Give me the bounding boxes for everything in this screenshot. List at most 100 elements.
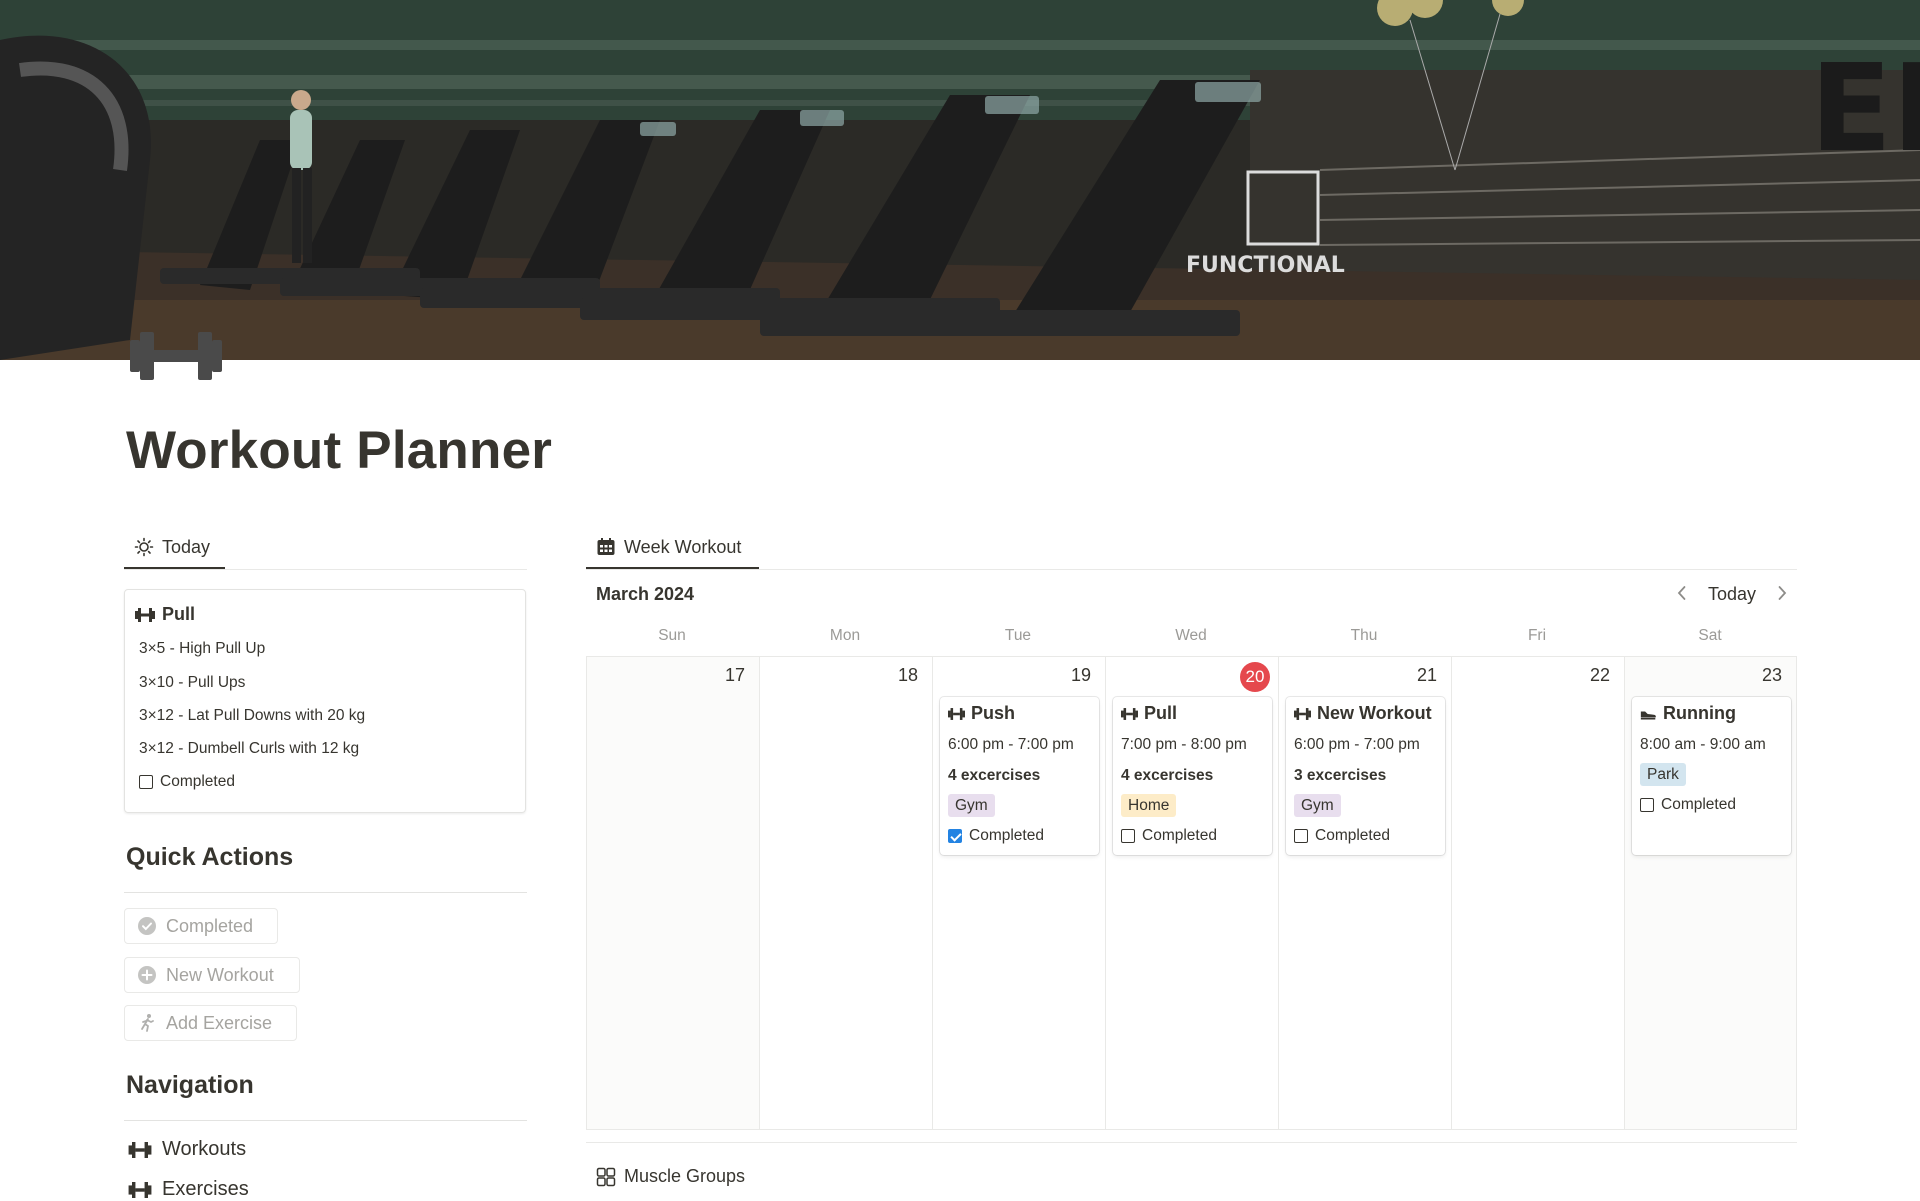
completed-checkbox[interactable] — [1640, 798, 1654, 812]
week-calendar-grid: 17 18 19 Push 6:00 pm - 7:00 pm 4 excerc… — [586, 656, 1797, 1130]
completed-label: Completed — [1142, 827, 1217, 844]
event-card[interactable]: Running 8:00 am - 9:00 am Park Completed — [1632, 697, 1791, 855]
exercise-item: 3×10 - Pull Ups — [139, 674, 246, 691]
add-exercise-button-label: Add Exercise — [166, 1012, 273, 1033]
nav-item-label: Exercises — [162, 1178, 249, 1200]
completed-checkbox[interactable] — [1121, 829, 1135, 843]
location-tag: Gym — [948, 794, 995, 817]
weekday-header: Wed — [1175, 627, 1207, 644]
dumbbell-icon — [130, 332, 222, 380]
event-card[interactable]: Pull 7:00 pm - 8:00 pm 4 excercises Home… — [1113, 697, 1272, 855]
calendar-icon — [597, 538, 615, 555]
event-time: 8:00 am - 9:00 am — [1640, 736, 1766, 753]
location-tag: Park — [1640, 763, 1686, 786]
today-button[interactable]: Today — [1708, 584, 1756, 605]
event-title: Push — [971, 703, 1016, 723]
gallery-grid-icon — [596, 1167, 616, 1186]
event-title: New Workout — [1317, 703, 1432, 723]
completed-label: Completed — [1315, 827, 1390, 844]
svg-text:EM: EM — [1810, 40, 1920, 179]
chevron-right-icon[interactable] — [1776, 584, 1788, 607]
event-time: 6:00 pm - 7:00 pm — [948, 736, 1074, 753]
check-circle-icon — [138, 917, 156, 935]
event-card[interactable]: Push 6:00 pm - 7:00 pm 4 excercises Gym … — [940, 697, 1099, 855]
event-time: 7:00 pm - 8:00 pm — [1121, 736, 1247, 753]
quick-actions-heading: Quick Actions — [126, 843, 294, 871]
day-number: 17 — [724, 665, 745, 685]
location-tag: Gym — [1294, 794, 1341, 817]
day-number: 23 — [1761, 665, 1782, 685]
day-cell[interactable]: 21 New Workout 6:00 pm - 7:00 pm 3 excer… — [1279, 657, 1452, 1129]
divider — [124, 892, 527, 893]
location-tag: Home — [1121, 794, 1177, 817]
exercise-item: 3×5 - High Pull Up — [139, 640, 266, 657]
today-workout-card[interactable]: Pull 3×5 - High Pull Up 3×10 - Pull Ups … — [124, 589, 526, 813]
running-person-icon — [141, 1014, 154, 1032]
chevron-left-icon[interactable] — [1676, 584, 1688, 607]
weekday-header: Tue — [1004, 627, 1032, 644]
dumbbell-icon — [128, 1141, 152, 1158]
event-time: 6:00 pm - 7:00 pm — [1294, 736, 1420, 753]
add-exercise-button[interactable]: Add Exercise — [124, 1005, 297, 1041]
event-exercise-count: 4 excercises — [1121, 767, 1214, 784]
day-cell[interactable]: 20 Pull 7:00 pm - 8:00 pm 4 excercises H… — [1106, 657, 1279, 1129]
dumbbell-icon — [948, 707, 965, 720]
week-tabbar: Week Workout — [586, 527, 1797, 570]
nav-item-label: Workouts — [162, 1138, 247, 1160]
dumbbell-icon — [1121, 707, 1138, 720]
exercise-item: 3×12 - Lat Pull Downs with 20 kg — [139, 707, 366, 724]
today-completed-row: Completed — [139, 773, 235, 791]
day-cell[interactable]: 23 Running 8:00 am - 9:00 am Park Comple… — [1625, 657, 1796, 1129]
running-shoe-icon — [1640, 710, 1656, 720]
today-tabbar: Today — [124, 527, 527, 570]
plus-circle-icon — [138, 966, 156, 984]
nav-item-workouts[interactable]: Workouts — [128, 1138, 246, 1161]
dumbbell-icon — [1294, 707, 1311, 720]
sun-icon — [134, 537, 154, 557]
day-number: 18 — [897, 665, 918, 685]
weekday-header: Sun — [658, 627, 686, 644]
event-exercise-count: 4 excercises — [948, 767, 1041, 784]
navigation-heading: Navigation — [126, 1071, 254, 1099]
muscle-groups-link[interactable]: Muscle Groups — [596, 1166, 745, 1187]
cover-image: EM FUNCTIONAL — [0, 0, 1920, 360]
event-exercise-count: 3 excercises — [1294, 767, 1387, 784]
svg-text:FUNCTIONAL: FUNCTIONAL — [1186, 253, 1345, 278]
completed-checkbox[interactable] — [139, 775, 153, 789]
tab-week-workout-label: Week Workout — [624, 536, 742, 557]
completed-checkbox[interactable] — [1294, 829, 1308, 843]
dumbbell-icon — [135, 607, 155, 622]
tab-today-label: Today — [162, 536, 211, 557]
event-completed-row: Completed — [1121, 827, 1217, 845]
event-title: Pull — [1144, 703, 1178, 723]
today-workout-title: Pull — [162, 604, 196, 624]
completed-button-label: Completed — [166, 915, 254, 936]
weekday-header: Fri — [1527, 627, 1547, 644]
day-number: 22 — [1589, 665, 1610, 685]
exercise-item: 3×12 - Dumbell Curls with 12 kg — [139, 740, 360, 757]
calendar-month: March 2024 — [596, 584, 695, 604]
day-cell[interactable]: 17 — [587, 657, 760, 1129]
completed-label: Completed — [160, 773, 235, 790]
completed-checkbox[interactable] — [948, 829, 962, 843]
nav-item-exercises[interactable]: Exercises — [128, 1178, 249, 1201]
day-number: 19 — [1070, 665, 1091, 685]
muscle-groups-label: Muscle Groups — [624, 1166, 746, 1186]
dumbbell-icon — [128, 1181, 152, 1198]
completed-label: Completed — [969, 827, 1044, 844]
new-workout-button[interactable]: New Workout — [124, 957, 300, 993]
completed-button[interactable]: Completed — [124, 908, 278, 944]
day-cell[interactable]: 22 — [1452, 657, 1625, 1129]
day-cell[interactable]: 19 Push 6:00 pm - 7:00 pm 4 excercises G… — [933, 657, 1106, 1129]
day-cell[interactable]: 18 — [760, 657, 933, 1129]
divider — [124, 1120, 527, 1121]
day-number: 21 — [1416, 665, 1437, 685]
tab-week-workout[interactable]: Week Workout — [586, 527, 759, 569]
divider — [586, 1142, 1797, 1143]
today-day-badge: 20 — [1240, 662, 1270, 692]
event-title: Running — [1663, 703, 1736, 723]
tab-today[interactable]: Today — [124, 527, 225, 569]
event-card[interactable]: New Workout 6:00 pm - 7:00 pm 3 excercis… — [1286, 697, 1445, 855]
weekday-header: Thu — [1350, 627, 1378, 644]
completed-label: Completed — [1661, 796, 1736, 813]
